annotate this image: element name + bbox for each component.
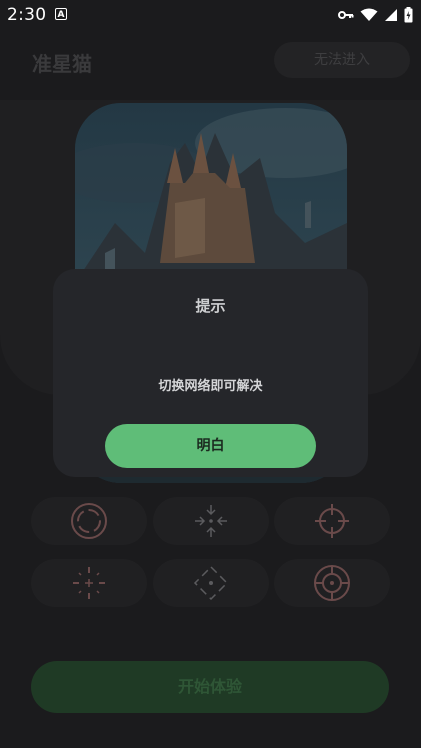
dialog-title: 提示 [195,297,226,315]
dialog-message: 切换网络即可解决 [158,379,263,394]
dialog-confirm-button[interactable]: 明白 [105,424,316,468]
alert-dialog: 提示 切换网络即可解决 明白 [53,269,368,477]
